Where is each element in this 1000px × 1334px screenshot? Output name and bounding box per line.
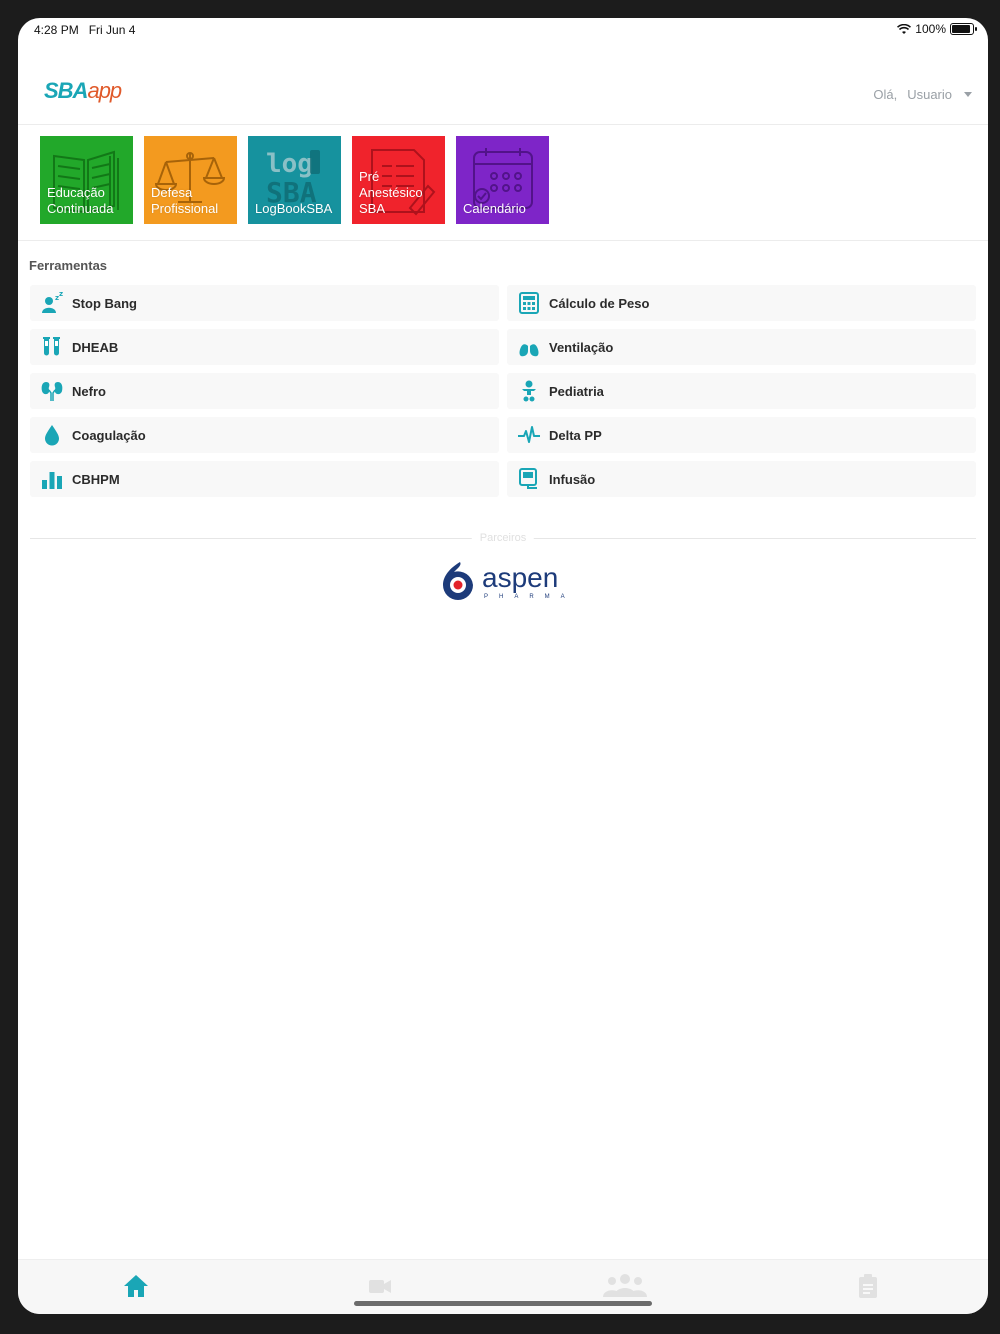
tool-dheab[interactable]: DHEAB bbox=[30, 329, 499, 365]
tool-label: Infusão bbox=[549, 471, 596, 487]
tool-label: Ventilação bbox=[549, 339, 614, 355]
tool-infusao[interactable]: Infusão bbox=[507, 461, 976, 497]
tool-stop-bang[interactable]: z z Stop Bang bbox=[30, 285, 499, 321]
tool-label: Cálculo de Peso bbox=[549, 295, 650, 311]
tab-community[interactable] bbox=[600, 1272, 650, 1300]
sleeping-person-icon: z z bbox=[42, 291, 63, 313]
status-time: 4:28 PM Fri Jun 4 bbox=[34, 23, 136, 37]
tool-label: Delta PP bbox=[549, 427, 602, 443]
aspen-swirl-icon bbox=[443, 562, 473, 600]
heartbeat-icon bbox=[518, 426, 540, 443]
caret-down-icon bbox=[964, 92, 972, 97]
baby-icon bbox=[522, 380, 536, 402]
tools-grid: z z Stop Bang Cálculo de Peso DHEAB Vent… bbox=[30, 285, 976, 497]
lungs-icon bbox=[519, 339, 539, 357]
video-icon bbox=[369, 1280, 391, 1293]
battery-percent: 100% bbox=[915, 22, 946, 36]
infusion-pump-icon bbox=[519, 468, 537, 489]
tool-nefro[interactable]: Nefro bbox=[30, 373, 499, 409]
home-indicator[interactable] bbox=[354, 1301, 652, 1306]
blood-drop-icon bbox=[45, 425, 59, 446]
tile-defesa-profissional[interactable]: Defesa Profissional bbox=[144, 136, 237, 224]
calculator-icon bbox=[519, 292, 539, 314]
tool-label: Coagulação bbox=[72, 427, 146, 443]
tool-cbhpm[interactable]: CBHPM bbox=[30, 461, 499, 497]
divider bbox=[18, 240, 988, 241]
battery-icon bbox=[950, 23, 977, 35]
tab-records[interactable] bbox=[854, 1272, 882, 1300]
test-tubes-icon bbox=[43, 337, 60, 356]
status-indicators: 100% bbox=[897, 22, 977, 36]
home-icon bbox=[124, 1275, 148, 1297]
tab-videos[interactable] bbox=[366, 1272, 394, 1300]
tab-home[interactable] bbox=[122, 1272, 150, 1300]
tile-label: Educação Continuada bbox=[47, 185, 114, 216]
tile-label: Defesa Profissional bbox=[151, 185, 219, 216]
tool-label: DHEAB bbox=[72, 339, 119, 355]
app-header: SBAapp Olá, Usuario bbox=[18, 68, 988, 125]
aspen-wordmark: aspen bbox=[482, 562, 559, 593]
tile-calendario[interactable]: Calendário bbox=[456, 136, 549, 224]
tools-section-title: Ferramentas bbox=[29, 258, 108, 273]
clipboard-icon bbox=[859, 1274, 877, 1298]
svg-text:log: log bbox=[266, 149, 313, 179]
bar-chart-icon bbox=[42, 472, 62, 489]
tile-pre-anestesico-sba[interactable]: Pré Anestésico SBA bbox=[352, 136, 445, 224]
app-window: 4:28 PM Fri Jun 4 100% SBAapp Olá, Usuar… bbox=[18, 18, 988, 1314]
tool-coagulacao[interactable]: Coagulação bbox=[30, 417, 499, 453]
partners-label: Parceiros bbox=[471, 532, 535, 544]
kidneys-icon bbox=[41, 382, 63, 401]
user-menu[interactable]: Olá, Usuario bbox=[873, 87, 972, 102]
aspen-subtitle: PHARMA bbox=[484, 594, 576, 600]
group-icon bbox=[603, 1274, 647, 1297]
tool-pediatria[interactable]: Pediatria bbox=[507, 373, 976, 409]
tool-label: Pediatria bbox=[549, 383, 604, 399]
tile-label: Pré Anestésico SBA bbox=[359, 169, 423, 216]
tool-delta-pp[interactable]: Delta PP bbox=[507, 417, 976, 453]
feature-tiles: Educação Continuada Defesa Profissional … bbox=[40, 136, 549, 224]
tile-label: Calendário bbox=[463, 201, 526, 216]
tool-ventilacao[interactable]: Ventilação bbox=[507, 329, 976, 365]
tool-label: Nefro bbox=[72, 383, 106, 399]
tile-logbook-sba[interactable]: log SBA LogBookSBA bbox=[248, 136, 341, 224]
status-bar: 4:28 PM Fri Jun 4 100% bbox=[18, 18, 988, 42]
wifi-icon bbox=[897, 23, 912, 34]
svg-text:z: z bbox=[59, 291, 63, 298]
aspen-pharma-logo[interactable]: aspen PHARMA bbox=[440, 560, 570, 604]
user-name: Usuario bbox=[907, 87, 952, 102]
greeting-text: Olá, bbox=[873, 87, 898, 102]
tool-calculo-de-peso[interactable]: Cálculo de Peso bbox=[507, 285, 976, 321]
tile-label: LogBookSBA bbox=[255, 201, 333, 216]
partners-divider: Parceiros bbox=[30, 532, 976, 546]
tile-educacao-continuada[interactable]: Educação Continuada bbox=[40, 136, 133, 224]
tool-label: Stop Bang bbox=[72, 295, 137, 311]
tool-label: CBHPM bbox=[72, 471, 120, 487]
sba-app-logo[interactable]: SBAapp bbox=[44, 78, 122, 104]
